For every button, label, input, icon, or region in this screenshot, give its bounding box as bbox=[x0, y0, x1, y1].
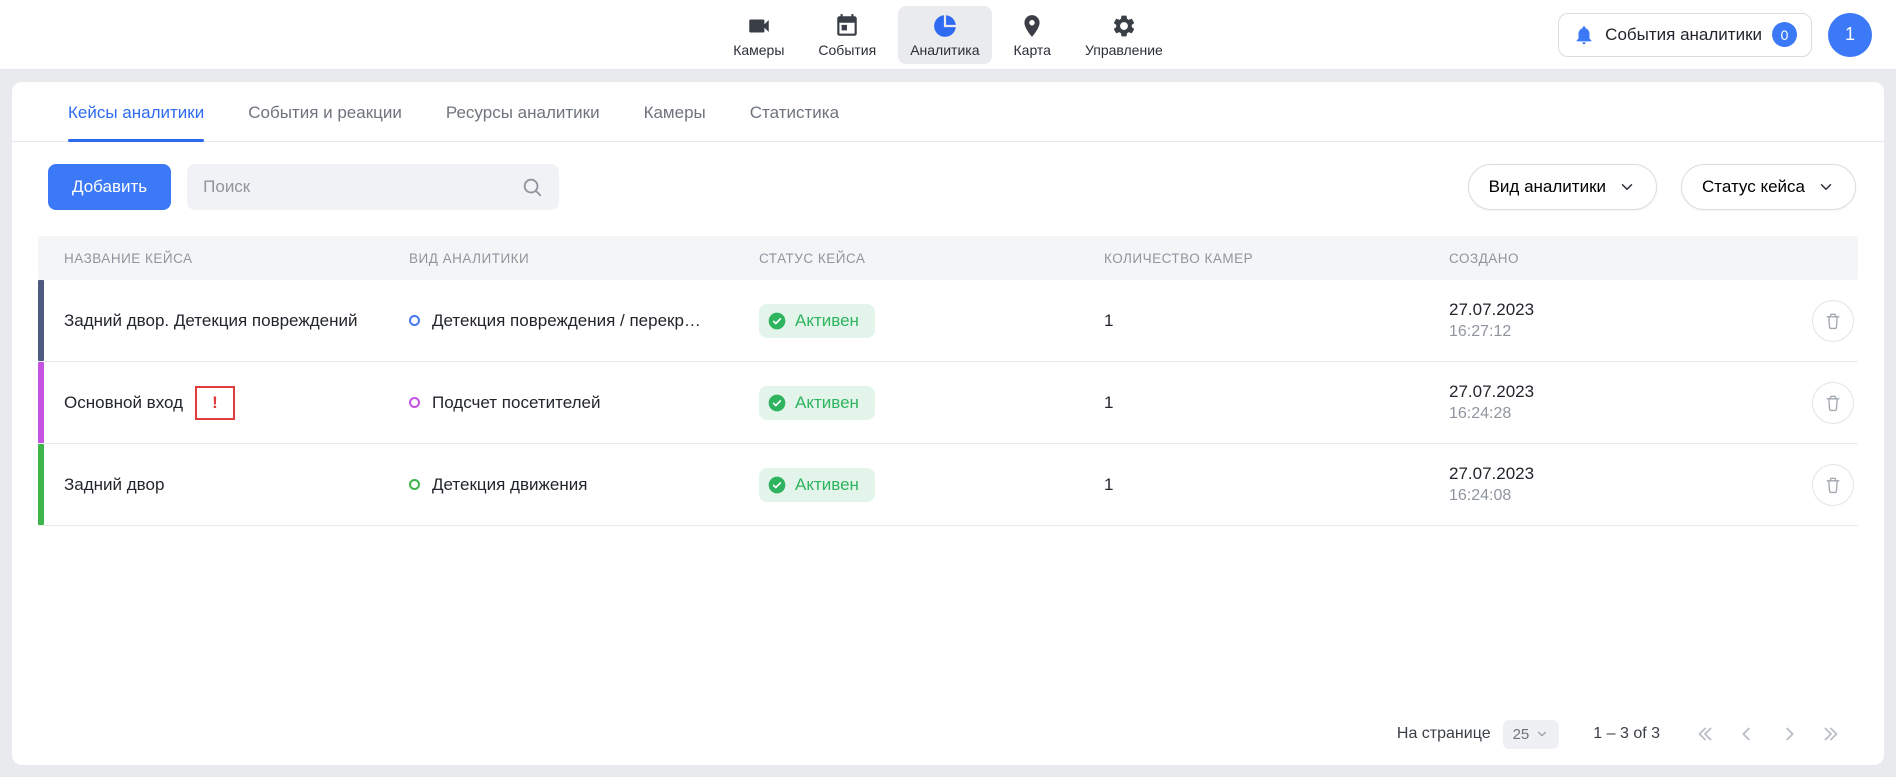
tab-analytics-cases[interactable]: Кейсы аналитики bbox=[68, 103, 204, 141]
warning-icon: ! bbox=[195, 386, 235, 420]
table-header: НАЗВАНИЕ КЕЙСА ВИД АНАЛИТИКИ СТАТУС КЕЙС… bbox=[38, 236, 1858, 280]
delete-button[interactable] bbox=[1812, 300, 1854, 342]
tab-events-reactions[interactable]: События и реакции bbox=[248, 103, 402, 141]
column-header-created: СОЗДАНО bbox=[1449, 251, 1786, 266]
bell-icon bbox=[1573, 24, 1595, 46]
page-tabs: Кейсы аналитики События и реакции Ресурс… bbox=[12, 82, 1884, 142]
analytics-icon bbox=[932, 12, 958, 40]
created-cell: 27.07.2023 16:27:12 bbox=[1449, 300, 1786, 341]
analytics-type-label: Детекция движения bbox=[432, 475, 587, 495]
tab-cameras[interactable]: Камеры bbox=[644, 103, 706, 141]
trash-icon bbox=[1823, 311, 1843, 331]
created-cell: 27.07.2023 16:24:28 bbox=[1449, 382, 1786, 423]
pagination-bar: На странице 25 1 – 3 of 3 bbox=[12, 703, 1884, 765]
nav-item-cameras[interactable]: Камеры bbox=[721, 6, 796, 64]
analytics-type-icon bbox=[409, 479, 420, 490]
events-count-badge: 0 bbox=[1772, 22, 1797, 47]
column-header-type: ВИД АНАЛИТИКИ bbox=[409, 251, 759, 266]
main-nav: Камеры События Аналитика Карта bbox=[721, 6, 1175, 64]
check-circle-icon bbox=[767, 475, 787, 495]
status-badge: Активен bbox=[759, 304, 875, 338]
analytics-events-label: События аналитики bbox=[1605, 25, 1762, 45]
trash-icon bbox=[1823, 393, 1843, 413]
status-badge: Активен bbox=[759, 386, 875, 420]
analytics-page-card: Кейсы аналитики События и реакции Ресурс… bbox=[12, 82, 1884, 765]
trash-icon bbox=[1823, 475, 1843, 495]
events-icon bbox=[834, 12, 860, 40]
per-page-control: На странице 25 bbox=[1397, 720, 1559, 749]
nav-item-label: Камеры bbox=[733, 42, 784, 58]
nav-item-events[interactable]: События bbox=[806, 6, 888, 64]
filter-group: Вид аналитики Статус кейса bbox=[1468, 164, 1856, 210]
search-box bbox=[187, 164, 559, 210]
analytics-type-label: Детекция повреждения / перекр… bbox=[432, 311, 701, 331]
top-bar: Камеры События Аналитика Карта bbox=[0, 0, 1896, 70]
row-accent-bar bbox=[38, 280, 44, 361]
row-accent-bar bbox=[38, 362, 44, 443]
top-right-controls: События аналитики 0 1 bbox=[1558, 0, 1872, 69]
page-range-label: 1 – 3 of 3 bbox=[1593, 725, 1660, 743]
case-name: Задний двор bbox=[64, 475, 164, 495]
search-icon bbox=[521, 176, 543, 198]
gear-icon bbox=[1111, 12, 1137, 40]
toolbar: Добавить Вид аналитики Статус кейса bbox=[12, 142, 1884, 210]
case-status-filter[interactable]: Статус кейса bbox=[1681, 164, 1856, 210]
tab-analytics-resources[interactable]: Ресурсы аналитики bbox=[446, 103, 600, 141]
analytics-type-icon bbox=[409, 315, 420, 326]
case-name: Основной вход bbox=[64, 393, 183, 413]
nav-item-label: Управление bbox=[1085, 42, 1163, 58]
map-icon bbox=[1019, 12, 1045, 40]
cases-table: НАЗВАНИЕ КЕЙСА ВИД АНАЛИТИКИ СТАТУС КЕЙС… bbox=[38, 236, 1858, 526]
nav-item-management[interactable]: Управление bbox=[1073, 6, 1175, 64]
table-row[interactable]: Задний двор. Детекция повреждений Детекц… bbox=[38, 280, 1858, 362]
analytics-type-icon bbox=[409, 397, 420, 408]
camera-count: 1 bbox=[1104, 393, 1449, 413]
add-case-button[interactable]: Добавить bbox=[48, 164, 171, 210]
chevron-down-icon bbox=[1535, 727, 1549, 741]
column-header-name: НАЗВАНИЕ КЕЙСА bbox=[64, 251, 409, 266]
avatar[interactable]: 1 bbox=[1828, 13, 1872, 57]
first-page-button[interactable] bbox=[1694, 723, 1716, 745]
pager-controls bbox=[1694, 723, 1842, 745]
table-row[interactable]: Основной вход ! Подсчет посетителей Акти… bbox=[38, 362, 1858, 444]
camera-count: 1 bbox=[1104, 311, 1449, 331]
check-circle-icon bbox=[767, 393, 787, 413]
analytics-events-button[interactable]: События аналитики 0 bbox=[1558, 13, 1812, 57]
created-cell: 27.07.2023 16:24:08 bbox=[1449, 464, 1786, 505]
search-input[interactable] bbox=[203, 177, 511, 197]
column-header-status: СТАТУС КЕЙСА bbox=[759, 251, 1104, 266]
table-row[interactable]: Задний двор Детекция движения Активен 1 … bbox=[38, 444, 1858, 526]
tab-statistics[interactable]: Статистика bbox=[750, 103, 839, 141]
check-circle-icon bbox=[767, 311, 787, 331]
status-badge: Активен bbox=[759, 468, 875, 502]
analytics-type-filter[interactable]: Вид аналитики bbox=[1468, 164, 1657, 210]
last-page-button[interactable] bbox=[1820, 723, 1842, 745]
next-page-button[interactable] bbox=[1778, 723, 1800, 745]
nav-item-label: Карта bbox=[1014, 42, 1051, 58]
delete-button[interactable] bbox=[1812, 382, 1854, 424]
row-accent-bar bbox=[38, 444, 44, 525]
chevron-down-icon bbox=[1817, 178, 1835, 196]
chevron-down-icon bbox=[1618, 178, 1636, 196]
delete-button[interactable] bbox=[1812, 464, 1854, 506]
per-page-label: На странице bbox=[1397, 725, 1491, 743]
nav-item-analytics[interactable]: Аналитика bbox=[898, 6, 991, 64]
nav-item-label: Аналитика bbox=[910, 42, 979, 58]
previous-page-button[interactable] bbox=[1736, 723, 1758, 745]
camera-count: 1 bbox=[1104, 475, 1449, 495]
column-header-cameras: КОЛИЧЕСТВО КАМЕР bbox=[1104, 251, 1449, 266]
nav-item-map[interactable]: Карта bbox=[1002, 6, 1063, 64]
case-name: Задний двор. Детекция повреждений bbox=[64, 311, 357, 331]
per-page-select[interactable]: 25 bbox=[1503, 720, 1560, 749]
analytics-type-label: Подсчет посетителей bbox=[432, 393, 600, 413]
nav-item-label: События bbox=[818, 42, 876, 58]
camera-icon bbox=[746, 12, 772, 40]
